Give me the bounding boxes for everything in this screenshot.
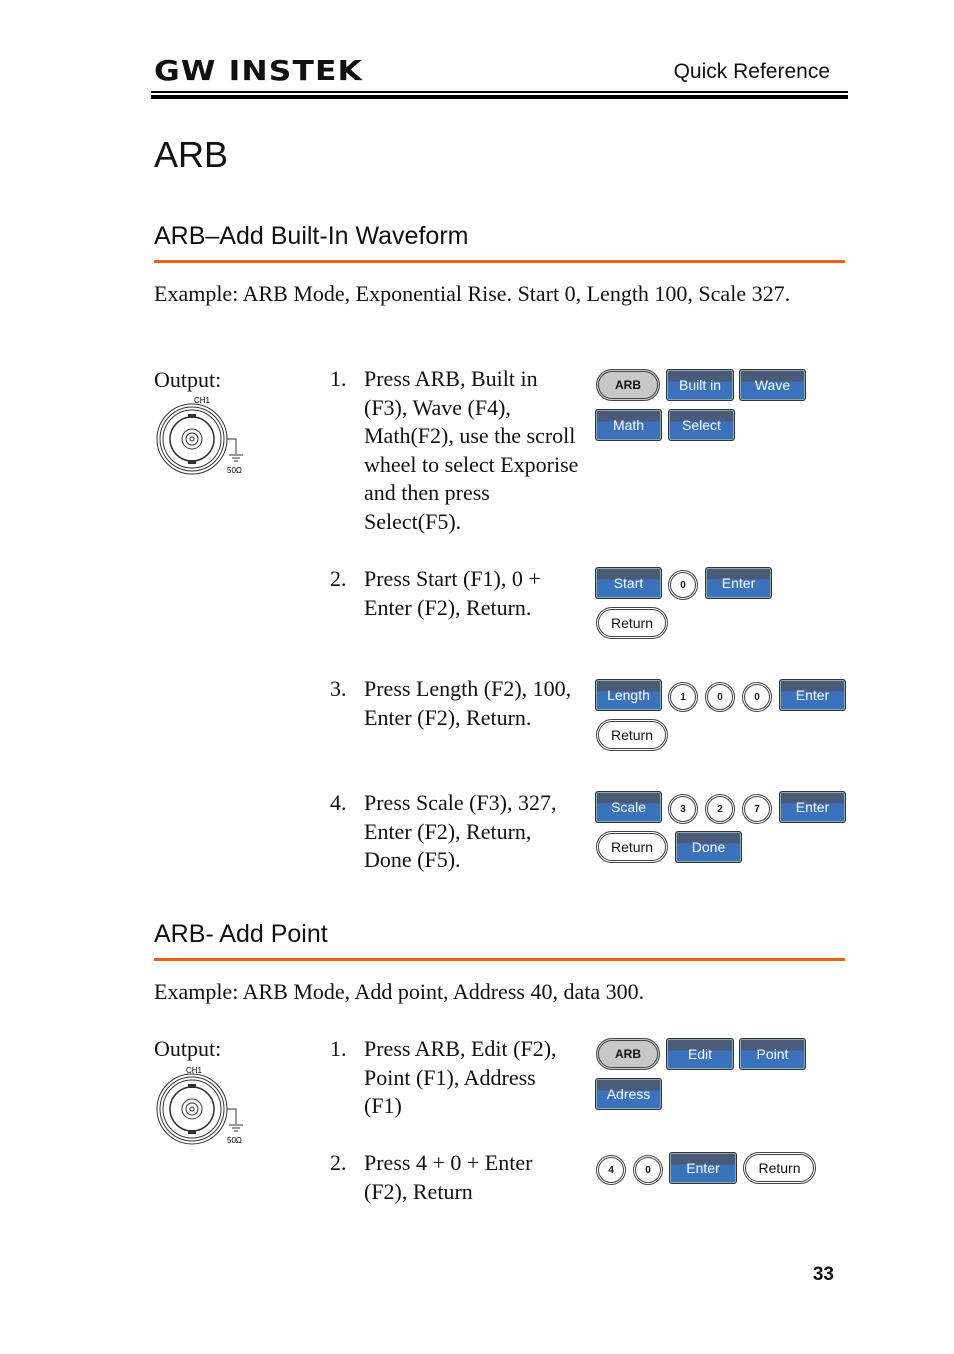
digit-key-4[interactable]: 4 <box>596 1155 626 1185</box>
step-text: Press 4 + 0 + Enter (F2), Return <box>364 1150 533 1204</box>
gw-instek-logo: GW INSTEK <box>154 54 363 87</box>
channel-label: CH1 <box>194 396 211 405</box>
digit-key-2[interactable]: 2 <box>705 794 735 824</box>
page-title: ARB <box>154 134 229 175</box>
bnc-connector-icon: CH1 50Ω <box>156 1066 243 1145</box>
step-number: 3. <box>330 676 347 701</box>
step-number: 2. <box>330 1150 347 1175</box>
digit-key-0[interactable]: 0 <box>742 682 772 712</box>
step-text: Press Length (F2), 100, Enter (F2), Retu… <box>364 676 572 730</box>
bnc-connector-icon: CH1 50Ω <box>156 396 243 475</box>
select-softkey[interactable]: Select <box>668 409 735 441</box>
impedance-label: 50Ω <box>227 466 242 475</box>
return-key[interactable]: Return <box>596 831 668 863</box>
step-number: 1. <box>330 366 347 391</box>
page-number: 33 <box>812 1264 834 1285</box>
digit-key-3[interactable]: 3 <box>668 794 698 824</box>
done-softkey[interactable]: Done <box>675 831 742 863</box>
address-softkey[interactable]: Adress <box>595 1078 662 1110</box>
enter-softkey[interactable]: Enter <box>669 1152 737 1184</box>
digit-key-0[interactable]: 0 <box>705 682 735 712</box>
scale-softkey[interactable]: Scale <box>595 791 662 823</box>
step-text: Press Scale (F3), 327, Enter (F2), Retur… <box>364 790 557 872</box>
enter-softkey[interactable]: Enter <box>779 791 846 823</box>
digit-key-1[interactable]: 1 <box>668 682 698 712</box>
length-softkey[interactable]: Length <box>595 679 662 711</box>
step-text: Press ARB, Edit (F2), Point (F1), Addres… <box>364 1036 557 1118</box>
digit-key-7[interactable]: 7 <box>742 794 772 824</box>
return-key[interactable]: Return <box>743 1152 816 1184</box>
example-text: Example: ARB Mode, Exponential Rise. Sta… <box>154 281 791 306</box>
edit-softkey[interactable]: Edit <box>666 1038 734 1070</box>
step-number: 1. <box>330 1036 347 1061</box>
output-label: Output: <box>154 367 222 392</box>
header-rule <box>151 91 848 93</box>
step-text: Press Start (F1), 0 + Enter (F2), Return… <box>364 566 541 620</box>
digit-key-0[interactable]: 0 <box>633 1155 663 1185</box>
step-number: 4. <box>330 790 347 815</box>
section-header: Quick Reference <box>673 60 830 83</box>
digit-key-0[interactable]: 0 <box>668 570 698 600</box>
output-label: Output: <box>154 1036 222 1061</box>
enter-softkey[interactable]: Enter <box>705 567 772 599</box>
built-in-softkey[interactable]: Built in <box>666 369 734 401</box>
wave-softkey[interactable]: Wave <box>739 369 806 401</box>
arb-key[interactable]: ARB <box>596 1038 660 1070</box>
header-rule-thick <box>151 95 848 99</box>
impedance-label: 50Ω <box>227 1136 242 1145</box>
return-key[interactable]: Return <box>596 607 668 639</box>
section-rule <box>154 958 845 961</box>
math-softkey[interactable]: Math <box>595 409 662 441</box>
start-softkey[interactable]: Start <box>595 567 662 599</box>
step-number: 2. <box>330 566 347 591</box>
arb-key[interactable]: ARB <box>596 369 660 401</box>
enter-softkey[interactable]: Enter <box>779 679 846 711</box>
return-key[interactable]: Return <box>596 719 668 751</box>
step-text: Press ARB, Built in (F3), Wave (F4), Mat… <box>364 366 579 534</box>
example-text: Example: ARB Mode, Add point, Address 40… <box>154 979 645 1004</box>
section-rule <box>154 260 845 263</box>
section-heading: ARB- Add Point <box>154 920 328 948</box>
point-softkey[interactable]: Point <box>739 1038 806 1070</box>
section-heading: ARB–Add Built-In Waveform <box>154 222 469 250</box>
